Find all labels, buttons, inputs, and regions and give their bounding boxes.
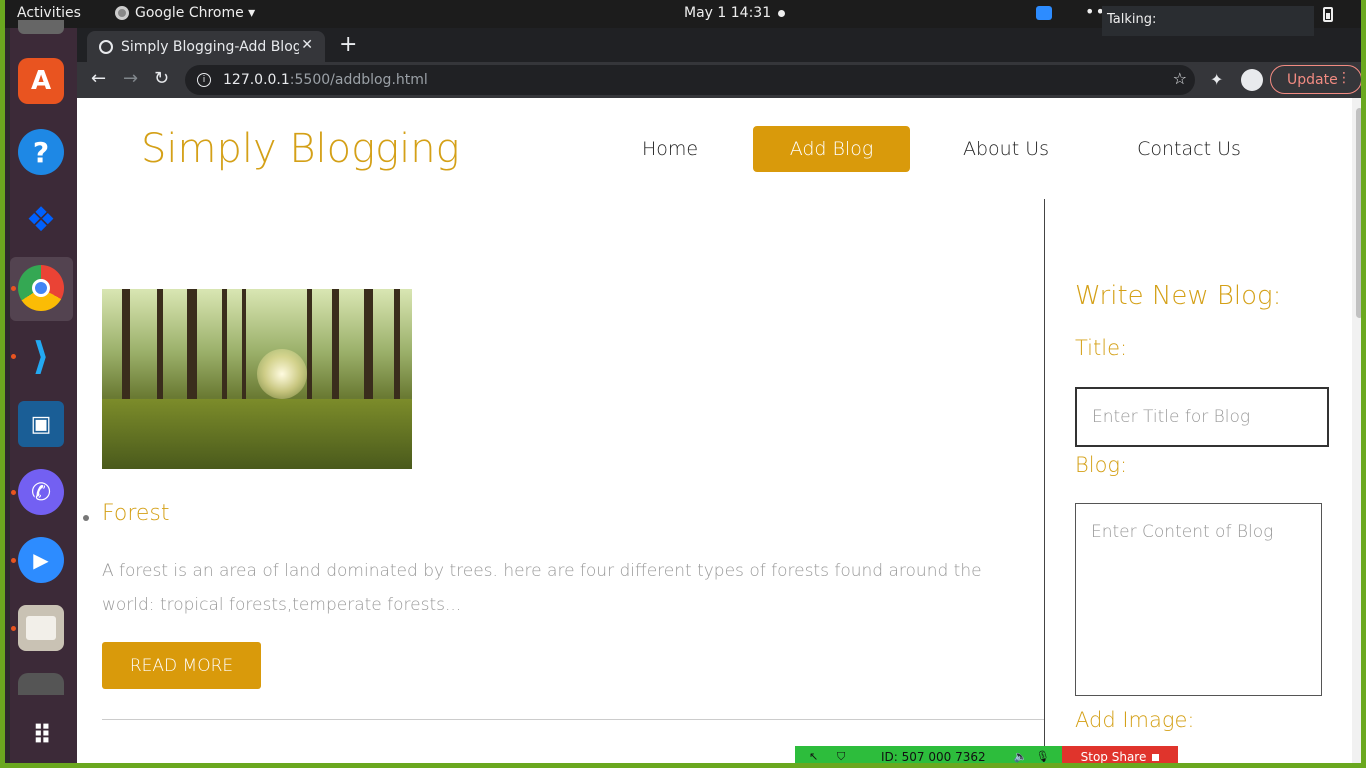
talking-indicator: Talking: xyxy=(1102,6,1314,36)
blog-content-textarea[interactable]: Enter Content of Blog xyxy=(1075,503,1322,696)
update-label: Update xyxy=(1287,71,1338,88)
bookmark-star-icon[interactable]: ☆ xyxy=(1173,69,1187,88)
close-icon[interactable]: ✕ xyxy=(301,37,313,53)
stop-share-button[interactable]: Stop Share xyxy=(1062,746,1178,764)
post-excerpt: A forest is an area of land dominated by… xyxy=(102,561,982,615)
post-title[interactable]: Forest xyxy=(102,501,170,526)
back-arrow-icon[interactable]: ← xyxy=(91,68,106,89)
running-indicator xyxy=(11,286,16,291)
site-logo[interactable]: Simply Blogging xyxy=(141,126,460,172)
running-indicator xyxy=(11,490,16,495)
pointer-icon[interactable]: ↖ xyxy=(809,750,823,763)
form-heading: Write New Blog: xyxy=(1075,281,1282,311)
mic-muted-icon[interactable]: 🎙 xyxy=(1036,750,1050,763)
nav-about-us[interactable]: About Us xyxy=(940,126,1072,172)
zoom-tray-icon[interactable] xyxy=(1036,6,1052,20)
url-host: 127.0.0.1 xyxy=(223,72,290,88)
title-placeholder: Enter Title for Blog xyxy=(1092,407,1251,427)
dropbox-icon[interactable]: ❖ xyxy=(18,197,64,243)
screen: Activities Google Chrome ▾ May 1 14:31 •… xyxy=(0,0,1366,768)
virtualbox-icon[interactable]: ▣ xyxy=(18,401,64,447)
column-divider xyxy=(1044,199,1045,763)
stop-icon xyxy=(1152,753,1160,761)
vscode-icon[interactable]: ⟩ xyxy=(18,333,64,379)
remote-session-bar: ↖ ⛉ ID: 507 000 7362 🔈 🎙 Stop Share xyxy=(795,746,1178,764)
profile-avatar-icon[interactable] xyxy=(1241,69,1263,91)
blog-placeholder: Enter Content of Blog xyxy=(1091,522,1274,542)
url-path: :5500/addblog.html xyxy=(289,72,428,88)
running-indicator xyxy=(11,558,16,563)
extensions-puzzle-icon[interactable]: ✦ xyxy=(1210,70,1223,89)
post-image-forest[interactable] xyxy=(102,289,412,469)
web-page: Simply Blogging Home Add Blog About Us C… xyxy=(77,98,1352,763)
globe-icon xyxy=(99,39,113,54)
add-image-label: Add Image: xyxy=(1075,708,1195,732)
chrome-window: Simply Blogging-Add Blog ✕ + ← → ↻ i 127… xyxy=(77,28,1361,763)
files-icon[interactable] xyxy=(18,605,64,651)
nav-contact-us[interactable]: Contact Us xyxy=(1118,126,1260,172)
title-input[interactable]: Enter Title for Blog xyxy=(1075,387,1329,447)
battery-icon[interactable] xyxy=(1323,7,1333,22)
nav-add-blog[interactable]: Add Blog xyxy=(753,126,910,172)
new-tab-button[interactable]: + xyxy=(339,32,357,57)
speaker-icon[interactable]: 🔈 xyxy=(1014,750,1028,763)
tab-title: Simply Blogging-Add Blog xyxy=(121,38,299,55)
show-apps-icon[interactable]: ⠿ xyxy=(18,713,64,759)
dock: A ? ❖ ⟩ ▣ ✆ ▶ ⠿ xyxy=(10,20,77,763)
notification-dot-icon xyxy=(778,10,785,17)
tab-active[interactable]: Simply Blogging-Add Blog ✕ xyxy=(87,31,325,62)
list-bullet xyxy=(83,515,89,521)
session-id: ID: 507 000 7362 xyxy=(881,750,986,764)
ubuntu-software-icon[interactable]: A xyxy=(18,58,64,104)
browser-toolbar: ← → ↻ i 127.0.0.1 :5500/addblog.html ☆ ✦… xyxy=(77,62,1361,98)
forward-arrow-icon[interactable]: → xyxy=(123,68,138,89)
app-menu[interactable]: Google Chrome ▾ xyxy=(115,5,255,21)
blog-label: Blog: xyxy=(1075,453,1128,477)
running-indicator xyxy=(11,354,16,359)
address-bar[interactable]: i 127.0.0.1 :5500/addblog.html ☆ xyxy=(185,65,1195,95)
dock-partial-icon[interactable] xyxy=(18,20,64,34)
site-info-icon[interactable]: i xyxy=(197,73,211,87)
reload-icon[interactable]: ↻ xyxy=(154,68,169,89)
zoom-icon[interactable]: ▶ xyxy=(18,537,64,583)
help-icon[interactable]: ? xyxy=(18,129,64,175)
chrome-icon xyxy=(115,6,129,20)
removable-drive-icon[interactable] xyxy=(18,673,64,695)
scrollbar-thumb[interactable] xyxy=(1356,108,1361,318)
post-divider xyxy=(102,719,1044,720)
shield-icon[interactable]: ⛉ xyxy=(837,750,851,763)
nav-home[interactable]: Home xyxy=(617,126,723,172)
activities-button[interactable]: Activities xyxy=(17,5,81,21)
stop-share-label: Stop Share xyxy=(1080,750,1147,764)
running-indicator xyxy=(11,626,16,631)
read-more-button[interactable]: READ MORE xyxy=(102,642,261,689)
clock[interactable]: May 1 14:31 xyxy=(684,5,771,21)
app-menu-label: Google Chrome ▾ xyxy=(135,5,256,21)
page-scrollbar[interactable] xyxy=(1352,98,1361,763)
menu-kebab-icon[interactable]: ⋮ xyxy=(1337,70,1351,86)
update-button[interactable]: Update ⋮ xyxy=(1270,65,1361,94)
title-label: Title: xyxy=(1075,336,1128,360)
google-chrome-icon[interactable] xyxy=(18,265,64,311)
viber-icon[interactable]: ✆ xyxy=(18,469,64,515)
